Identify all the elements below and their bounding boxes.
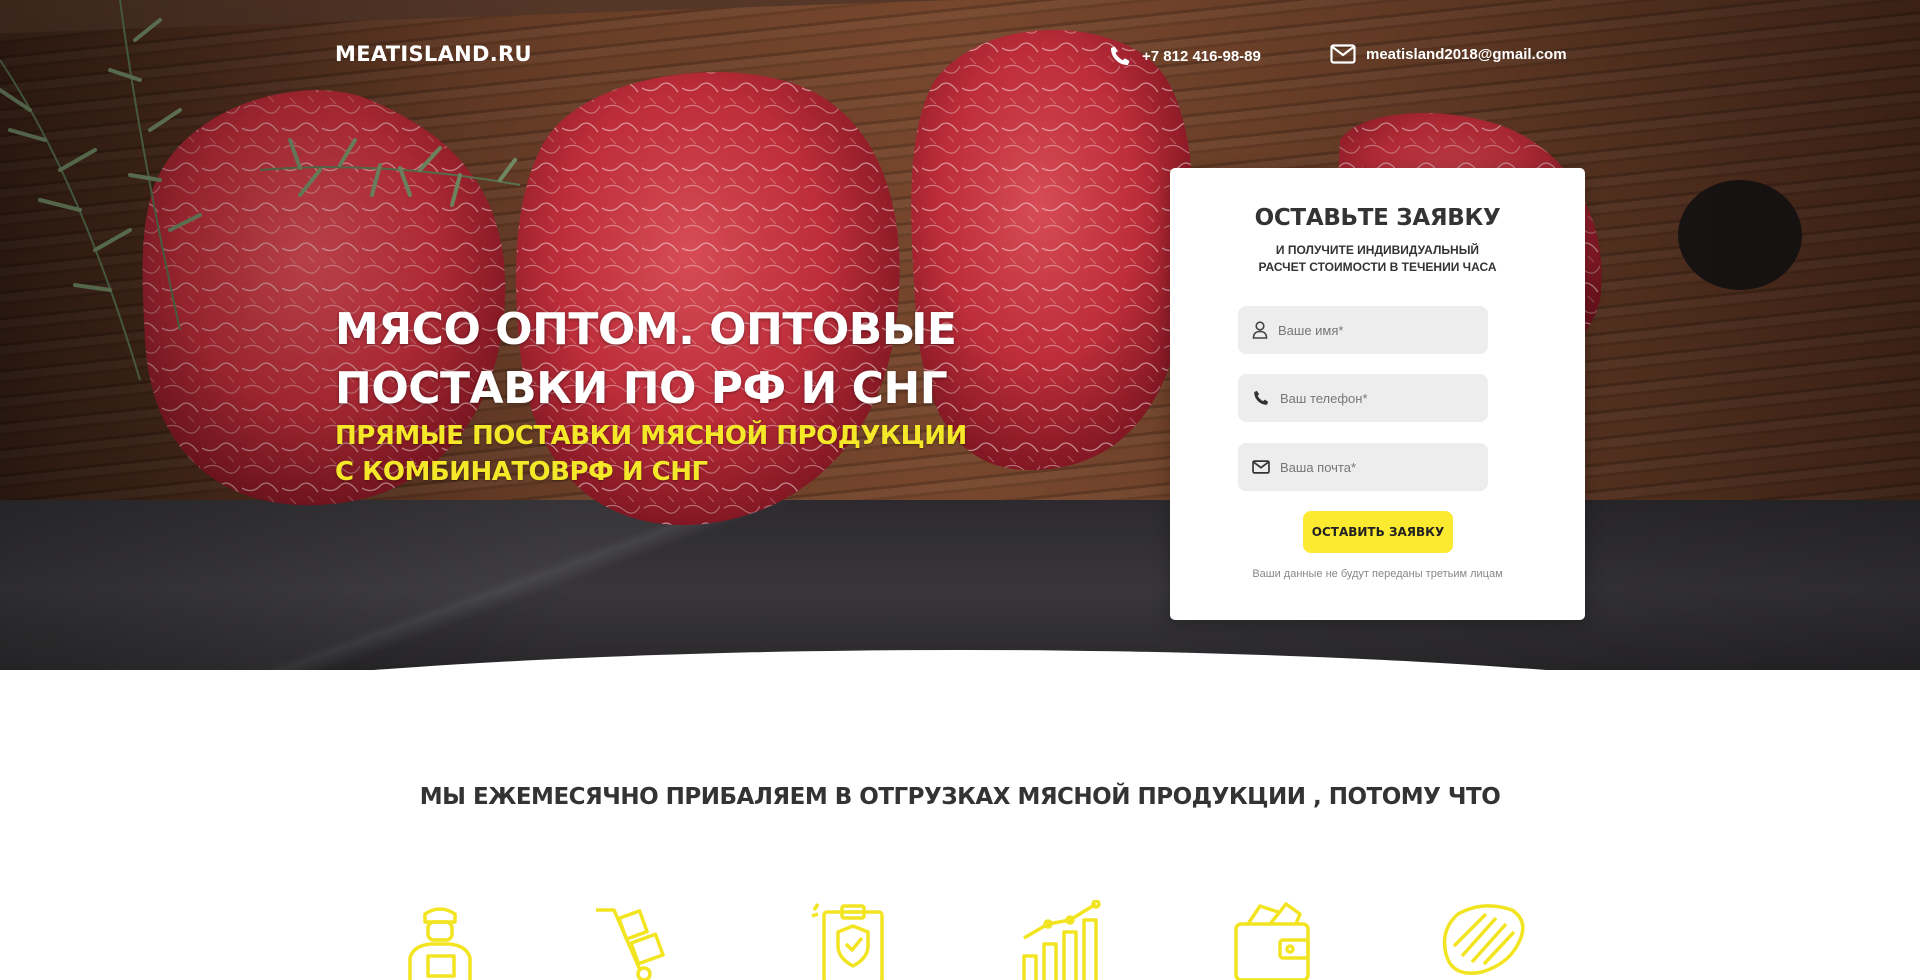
email-input[interactable] xyxy=(1280,459,1470,475)
phone-input[interactable] xyxy=(1280,390,1470,406)
privacy-note: Ваши данные не будут переданы третьим ли… xyxy=(1252,568,1503,580)
email-address: meatisland2018@gmail.com xyxy=(1366,45,1567,63)
hero-subtitle: ПРЯМЫЕ ПОСТАВКИ МЯСНОЙ ПРОДУКЦИИ С КОМБИ… xyxy=(335,418,975,490)
hero-title-line2: ПОСТАВКИ ПО РФ И СНГ xyxy=(335,363,948,414)
growth-chart-icon xyxy=(1022,900,1101,980)
benefits-icons-row xyxy=(0,900,1920,980)
header-email[interactable]: meatisland2018@gmail.com xyxy=(1330,44,1567,64)
hero-subtitle-line2: С КОМБИНАТОВРФ И СНГ xyxy=(335,457,708,487)
form-subtitle: И ПОЛУЧИТЕ ИНДИВИДУАЛЬНЫЙ РАСЧЕТ СТОИМОС… xyxy=(1170,242,1585,276)
submit-request-button[interactable]: ОСТАВИТЬ ЗАЯВКУ xyxy=(1303,511,1453,553)
user-icon xyxy=(1252,321,1268,339)
envelope-icon xyxy=(1252,460,1270,474)
hand-truck-icon xyxy=(596,908,665,980)
hero-title: МЯСО ОПТОМ. ОПТОВЫЕ ПОСТАВКИ ПО РФ И СНГ xyxy=(335,300,975,418)
header-phone[interactable]: +7 812 416-98-89 xyxy=(1108,44,1261,68)
hero-title-line1: МЯСО ОПТОМ. ОПТОВЫЕ xyxy=(335,304,957,355)
site-logo[interactable]: MEATISLAND.RU xyxy=(335,42,532,66)
envelope-icon xyxy=(1330,44,1356,64)
courier-icon xyxy=(408,907,472,980)
meat-steak-icon xyxy=(1442,904,1525,975)
quality-clipboard-icon xyxy=(811,903,884,980)
email-field[interactable] xyxy=(1238,443,1488,491)
hero-subtitle-line1: ПРЯМЫЕ ПОСТАВКИ МЯСНОЙ ПРОДУКЦИИ xyxy=(335,421,967,451)
form-title: ОСТАВЬТЕ ЗАЯВКУ xyxy=(1254,205,1501,231)
hero-section: MEATISLAND.RU +7 812 416-98-89 meatislan… xyxy=(0,0,1920,670)
request-form: ОСТАВЬТЕ ЗАЯВКУ И ПОЛУЧИТЕ ИНДИВИДУАЛЬНЫ… xyxy=(1170,168,1585,620)
phone-field[interactable] xyxy=(1238,374,1488,422)
name-field[interactable] xyxy=(1238,306,1488,354)
name-input[interactable] xyxy=(1278,322,1468,338)
form-subtitle-line2: РАСЧЕТ СТОИМОСТИ В ТЕЧЕНИИ ЧАСА xyxy=(1258,260,1497,274)
phone-icon xyxy=(1110,46,1130,66)
benefits-title: МЫ ЕЖЕМЕСЯЧНО ПРИБАЛЯЕМ В ОТГРУЗКАХ МЯСН… xyxy=(419,784,1501,810)
wallet-icon xyxy=(1234,902,1310,980)
phone-number: +7 812 416-98-89 xyxy=(1142,47,1261,65)
phone-icon xyxy=(1254,390,1269,405)
form-subtitle-line1: И ПОЛУЧИТЕ ИНДИВИДУАЛЬНЫЙ xyxy=(1275,243,1480,257)
